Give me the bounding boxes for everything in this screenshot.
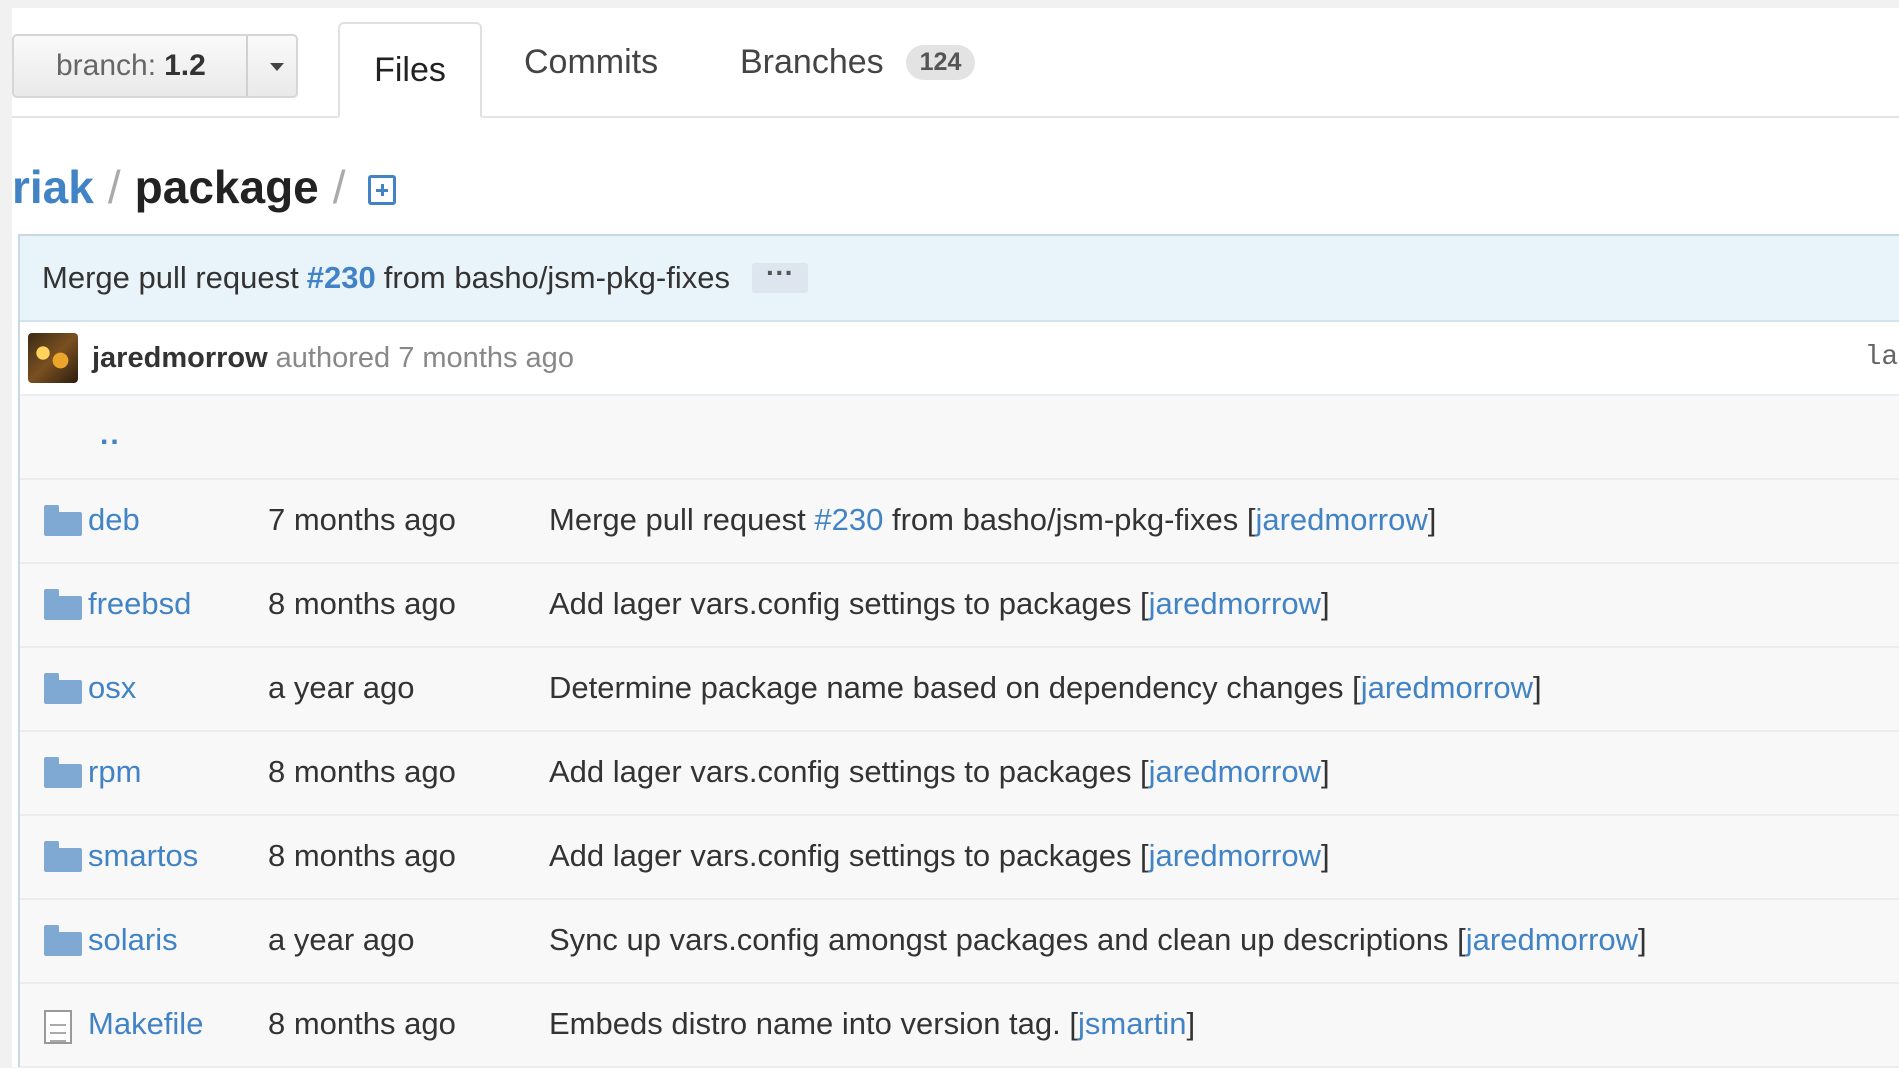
file-age: 8 months ago xyxy=(268,838,456,873)
tab-files[interactable]: Files xyxy=(338,22,482,118)
parent-directory-row[interactable]: .. xyxy=(20,396,1899,480)
repo-browser: branch: 1.2 Files Commits Branches 124 ri… xyxy=(12,8,1899,1068)
parent-directory-link[interactable]: .. xyxy=(100,418,121,452)
file-row[interactable]: solaris a year ago Sync up vars.config amo… xyxy=(20,900,1899,984)
file-commit-message[interactable]: Add lager vars.config settings to packag… xyxy=(549,838,1330,874)
avatar[interactable] xyxy=(28,333,78,383)
file-name-link[interactable]: freebsd xyxy=(88,586,191,622)
file-age: 8 months ago xyxy=(268,586,456,621)
pull-request-link[interactable]: #230 xyxy=(814,502,883,537)
file-age: 8 months ago xyxy=(268,754,456,789)
file-browser: Merge pull request #230 from basho/jsm-p… xyxy=(18,234,1899,1068)
breadcrumb-separator: / xyxy=(107,161,121,213)
breadcrumb-separator: / xyxy=(332,161,346,213)
folder-icon xyxy=(44,925,82,956)
file-name-link[interactable]: deb xyxy=(88,502,140,538)
file-row[interactable]: freebsd 8 months ago Add lager vars.config… xyxy=(20,564,1899,648)
file-row[interactable]: osx a year ago Determine package name base… xyxy=(20,648,1899,732)
repo-nav-bar: branch: 1.2 Files Commits Branches 124 xyxy=(12,8,1899,118)
chevron-down-icon[interactable] xyxy=(270,63,284,71)
commit-timestamp: authored 7 months ago xyxy=(275,341,574,374)
tab-commits[interactable]: Commits xyxy=(524,8,658,116)
file-row[interactable]: Makefile 8 months ago Embeds distro name i… xyxy=(20,984,1899,1068)
latest-commit-message: Merge pull request #230 from basho/jsm-p… xyxy=(20,236,1899,322)
folder-icon xyxy=(44,505,82,536)
branch-selector[interactable]: branch: 1.2 xyxy=(12,34,298,98)
file-row[interactable]: deb 7 months ago Merge pull request #230 f… xyxy=(20,480,1899,564)
file-name-link[interactable]: solaris xyxy=(88,922,178,958)
commit-meta: jaredmorrow authored 7 months ago lat xyxy=(20,322,1899,396)
branches-count-badge: 124 xyxy=(905,44,976,80)
breadcrumb-repo-link[interactable]: riak xyxy=(12,160,94,214)
latest-commit-label[interactable]: lat xyxy=(1865,342,1899,373)
file-age: a year ago xyxy=(268,922,415,957)
file-commit-message[interactable]: Add lager vars.config settings to packag… xyxy=(549,754,1330,790)
commit-author-link[interactable]: jaredmorrow xyxy=(92,342,268,375)
commit-author-link[interactable]: jaredmorrow xyxy=(1255,502,1427,537)
file-name-link[interactable]: Makefile xyxy=(88,1006,203,1042)
folder-icon xyxy=(44,757,82,788)
pull-request-link[interactable]: #230 xyxy=(307,260,376,296)
commit-author-link[interactable]: jaredmorrow xyxy=(1466,922,1638,957)
expand-commit-button[interactable]: ··· xyxy=(752,259,808,293)
file-commit-message[interactable]: Add lager vars.config settings to packag… xyxy=(549,586,1330,622)
file-age: 8 months ago xyxy=(268,1006,456,1041)
breadcrumb: riak / package / xyxy=(12,160,396,214)
file-commit-message[interactable]: Sync up vars.config amongst packages and… xyxy=(549,922,1647,958)
commit-author-link[interactable]: jaredmorrow xyxy=(1149,838,1321,873)
file-row[interactable]: rpm 8 months ago Add lager vars.config set… xyxy=(20,732,1899,816)
breadcrumb-current: package xyxy=(134,161,319,213)
file-name-link[interactable]: rpm xyxy=(88,754,141,790)
file-age: 7 months ago xyxy=(268,502,456,537)
new-file-icon[interactable] xyxy=(367,175,396,205)
file-text-icon xyxy=(44,1010,72,1046)
commit-author-link[interactable]: jaredmorrow xyxy=(1149,754,1321,789)
commit-author-link[interactable]: jaredmorrow xyxy=(1361,670,1533,705)
file-age: a year ago xyxy=(268,670,415,705)
branch-divider xyxy=(246,36,248,96)
file-commit-message[interactable]: Merge pull request #230 from basho/jsm-p… xyxy=(549,502,1436,538)
tab-branches[interactable]: Branches 124 xyxy=(740,8,976,116)
folder-icon xyxy=(44,841,82,872)
file-row[interactable]: smartos 8 months ago Add lager vars.config… xyxy=(20,816,1899,900)
commit-author-link[interactable]: jaredmorrow xyxy=(1149,586,1321,621)
file-commit-message[interactable]: Embeds distro name into version tag. [js… xyxy=(549,1006,1195,1042)
file-name-link[interactable]: osx xyxy=(88,670,136,706)
file-list: .. deb 7 months ago Merge pull request #23… xyxy=(20,396,1899,1068)
commit-author-link[interactable]: jsmartin xyxy=(1078,1006,1187,1041)
branch-name: 1.2 xyxy=(164,49,206,82)
file-name-link[interactable]: smartos xyxy=(88,838,198,874)
branch-label: branch: 1.2 xyxy=(56,49,206,82)
folder-icon xyxy=(44,673,82,704)
file-commit-message[interactable]: Determine package name based on dependen… xyxy=(549,670,1542,706)
folder-icon xyxy=(44,589,82,620)
